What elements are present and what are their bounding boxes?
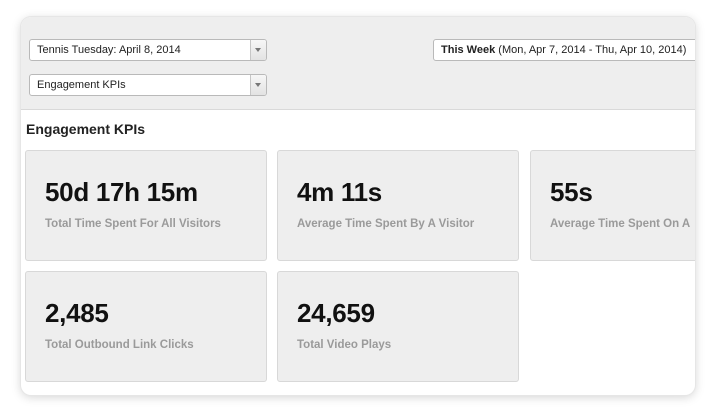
date-range-label: This Week xyxy=(441,44,496,56)
kpi-label: Total Video Plays xyxy=(297,339,392,351)
kpi-label: Total Time Spent For All Visitors xyxy=(45,218,221,230)
filter-toolbar: Tennis Tuesday: April 8, 2014 Engagement… xyxy=(21,17,695,110)
chevron-down-icon[interactable] xyxy=(250,75,266,95)
kpi-value: 4m 11s xyxy=(297,177,382,207)
date-range-detail: (Mon, Apr 7, 2014 - Thu, Apr 10, 2014) xyxy=(495,44,687,56)
kpi-label: Total Outbound Link Clicks xyxy=(45,339,194,351)
kpi-group-select[interactable]: Engagement KPIs xyxy=(29,74,267,96)
event-select-value: Tennis Tuesday: April 8, 2014 xyxy=(37,44,181,56)
kpi-value: 2,485 xyxy=(45,298,109,328)
kpi-label: Average Time Spent By A Visitor xyxy=(297,218,475,230)
event-select[interactable]: Tennis Tuesday: April 8, 2014 xyxy=(29,39,267,61)
kpi-card-total-time: 50d 17h 15m Total Time Spent For All Vis… xyxy=(25,150,267,261)
kpi-value: 24,659 xyxy=(297,298,375,328)
kpi-card-video-plays: 24,659 Total Video Plays xyxy=(277,271,519,382)
kpi-card-average-time-on: 55s Average Time Spent On A xyxy=(530,150,695,261)
section-title: Engagement KPIs xyxy=(26,121,146,137)
kpi-label: Average Time Spent On A xyxy=(550,218,691,230)
kpi-value: 50d 17h 15m xyxy=(45,177,198,207)
kpi-card-outbound-clicks: 2,485 Total Outbound Link Clicks xyxy=(25,271,267,382)
chevron-down-icon[interactable] xyxy=(250,40,266,60)
kpi-card-average-time-visitor: 4m 11s Average Time Spent By A Visitor xyxy=(277,150,519,261)
date-range-select[interactable]: This Week (Mon, Apr 7, 2014 - Thu, Apr 1… xyxy=(433,39,695,61)
app-window: Tennis Tuesday: April 8, 2014 Engagement… xyxy=(21,17,695,395)
kpi-value: 55s xyxy=(550,177,593,207)
kpi-group-select-value: Engagement KPIs xyxy=(37,79,126,91)
